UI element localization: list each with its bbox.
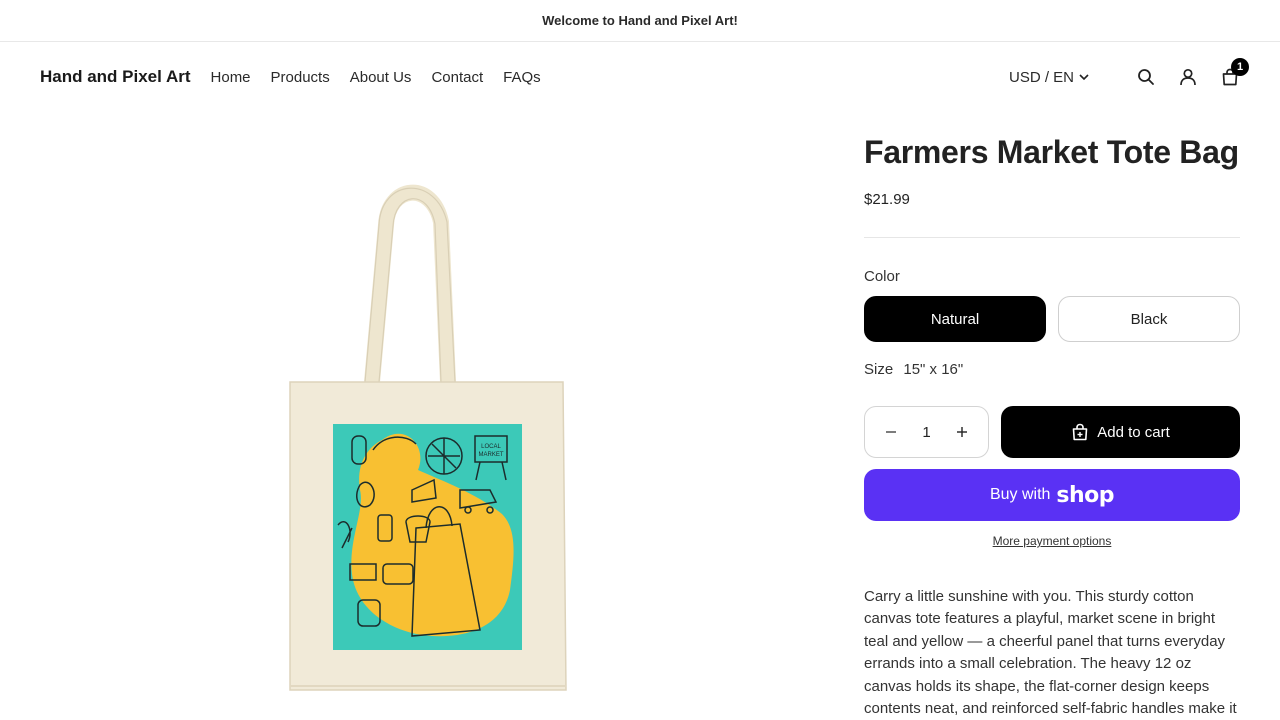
minus-icon[interactable] — [881, 422, 901, 442]
cart-row: 1 Add to cart — [864, 406, 1240, 458]
svg-text:MARKET: MARKET — [478, 452, 503, 458]
cart-add-icon — [1072, 423, 1088, 441]
size-value: 15" x 16" — [903, 361, 964, 378]
tote-bag-image: LOCAL MARKET — [289, 184, 567, 691]
divider — [864, 237, 1240, 238]
currency-selector[interactable]: USD / EN — [1009, 69, 1090, 86]
more-payment-options-link[interactable]: More payment options — [864, 534, 1240, 548]
shop-logo: shop — [1056, 482, 1115, 508]
color-option-black[interactable]: Black — [1058, 296, 1240, 342]
add-to-cart-button[interactable]: Add to cart — [1001, 406, 1240, 458]
size-row: Size 15" x 16" — [864, 361, 1240, 378]
color-label: Color — [864, 268, 900, 285]
search-icon[interactable] — [1136, 67, 1156, 87]
plus-icon[interactable] — [952, 422, 972, 442]
product-description: Carry a little sunshine with you. This s… — [864, 588, 1237, 718]
buy-with-shop-button[interactable]: Buy with shop — [864, 469, 1240, 521]
product-media[interactable]: LOCAL MARKET — [40, 130, 816, 720]
cart-count-badge: 1 — [1231, 58, 1249, 76]
currency-label: USD / EN — [1008, 68, 1074, 86]
product-title: Farmers Market Tote Bag — [864, 134, 1239, 170]
nav-faqs[interactable]: FAQs — [503, 69, 541, 86]
cart-icon[interactable]: 1 — [1220, 58, 1249, 87]
size-label: Size — [864, 361, 894, 378]
quantity-value[interactable]: 1 — [922, 424, 930, 441]
color-option-natural[interactable]: Natural — [864, 296, 1046, 342]
product-price: $21.99 — [864, 191, 910, 208]
account-icon[interactable] — [1178, 67, 1198, 87]
announcement-bar: Welcome to Hand and Pixel Art! — [0, 0, 1280, 42]
buy-with-label: Buy with — [989, 486, 1051, 503]
local-market-sign-text: LOCAL — [481, 444, 501, 450]
main-nav: Home Products About Us Contact FAQs — [211, 69, 561, 86]
nav-products[interactable]: Products — [271, 69, 330, 86]
announcement-text: Welcome to Hand and Pixel Art! — [542, 13, 738, 28]
color-options: Natural Black — [864, 296, 1240, 342]
header-actions: USD / EN 1 — [1009, 58, 1249, 87]
site-header: Hand and Pixel Art Home Products About U… — [0, 43, 1280, 111]
chevron-down-icon — [1079, 74, 1089, 81]
quantity-stepper: 1 — [864, 406, 989, 458]
store-logo[interactable]: Hand and Pixel Art — [40, 67, 191, 87]
nav-contact[interactable]: Contact — [431, 69, 483, 86]
nav-home[interactable]: Home — [211, 69, 251, 86]
product-info: Farmers Market Tote Bag $21.99 Color Nat… — [864, 130, 1240, 720]
add-to-cart-label: Add to cart — [1097, 423, 1170, 441]
nav-about-us[interactable]: About Us — [350, 69, 412, 86]
